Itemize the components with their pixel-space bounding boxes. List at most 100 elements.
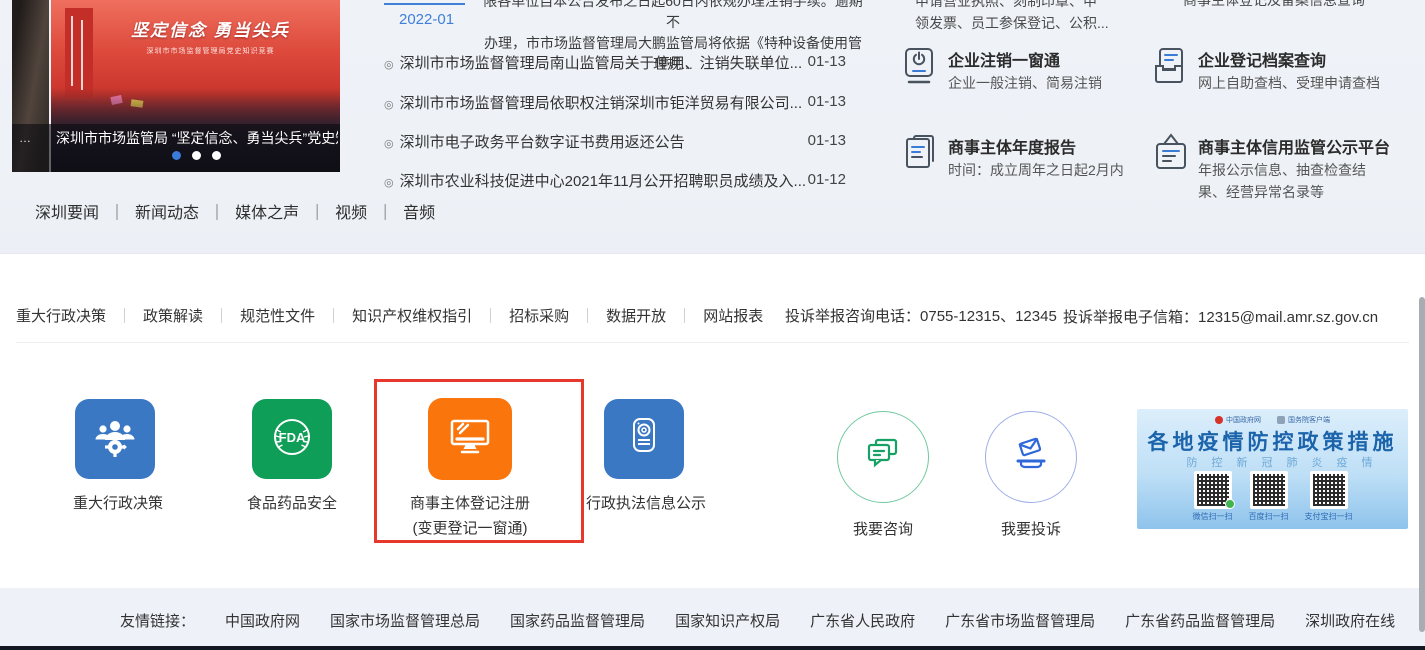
bullet-icon: ◎ — [384, 138, 394, 150]
fda-wreath-icon: FDA — [269, 414, 315, 465]
app-logo-text: 国务院客户端 — [1288, 415, 1330, 425]
gov-logo-text: 中国政府网 — [1226, 415, 1261, 425]
news-title[interactable]: 深圳市电子政务平台数字证书费用返还公告 — [400, 134, 685, 151]
nav-item-media-voice[interactable]: 媒体之声 — [225, 199, 309, 223]
carousel-dot-3[interactable] — [212, 151, 221, 160]
scrollbar-thumb[interactable] — [1419, 297, 1425, 632]
banner-qr-row: 微信扫一扫 百度扫一扫 支付宝扫一扫 — [1137, 471, 1408, 522]
email-address: 12315@mail.amr.sz.gov.cn — [1198, 309, 1378, 326]
ballot-envelope-icon — [1008, 432, 1054, 483]
news-list-item[interactable]: ◎深圳市市场监督管理局依职权注销深圳市钜洋贸易有限公司... 01-13 — [384, 92, 846, 112]
quicklink-ip-rights-guide[interactable]: 知识产权维权指引 — [341, 305, 483, 326]
footer-link-samr[interactable]: 国家市场监督管理总局 — [330, 610, 480, 631]
consult-label[interactable]: 我要咨询 — [823, 518, 943, 539]
quicklink-tender-procurement[interactable]: 招标采购 — [498, 305, 580, 326]
clipped-line: 领发票、员工参保登记、公积... — [915, 12, 1175, 34]
carousel-dots — [52, 151, 340, 160]
quicklink-separator: ｜ — [580, 305, 595, 326]
news-title[interactable]: 深圳市市场监督管理局南山监管局关于停用、注销失联单位... — [400, 55, 803, 72]
red-highlight-box — [374, 379, 584, 543]
chat-bubbles-icon — [860, 432, 906, 483]
quicklink-normative-documents[interactable]: 规范性文件 — [229, 305, 326, 326]
footer-link-gd-mpa[interactable]: 广东省药品监督管理局 — [1125, 610, 1275, 631]
footer-link-gd-amr[interactable]: 广东省市场监督管理局 — [945, 610, 1095, 631]
complaint-button[interactable] — [985, 411, 1077, 503]
hotline-label: 投诉举报咨询电话： — [785, 308, 920, 325]
consult-button[interactable] — [837, 411, 929, 503]
service-desc: 企业一般注销、简易注销 — [948, 72, 1160, 94]
tile-major-administrative-decisions[interactable] — [75, 399, 155, 479]
nav-item-audio[interactable]: 音频 — [393, 199, 445, 223]
service-title[interactable]: 企业登记档案查询 — [1198, 47, 1326, 71]
clipped-line: 申请营业执照、刻制印章、申 — [915, 0, 1175, 12]
service-enterprise-deregistration[interactable]: 企业注销一窗通 企业一般注销、简易注销 — [902, 44, 1158, 124]
tile-food-drug-safety[interactable]: FDA — [252, 399, 332, 479]
news-snippet-line1: 限各单位自本公告发布之日起60日内依规办理注销手续。逾期不 — [478, 0, 868, 33]
quicklink-site-reports[interactable]: 网站报表 — [692, 305, 774, 326]
tile-label-major-decisions[interactable]: 重大行政决策 — [38, 492, 198, 513]
quicklink-separator: ｜ — [214, 305, 229, 326]
report-pages-icon — [902, 133, 940, 178]
nav-separator: ｜ — [377, 199, 393, 223]
quicklink-separator: ｜ — [326, 305, 341, 326]
footer-link-cnipa[interactable]: 国家知识产权局 — [675, 610, 780, 631]
tile-label-law-enforcement[interactable]: 行政执法信息公示 — [566, 492, 726, 513]
friend-links-label: 友情链接： — [120, 610, 195, 631]
complaint-email: 投诉举报电子信箱：12315@mail.amr.sz.gov.cn — [1063, 305, 1393, 331]
quicklinks-row: 重大行政决策 ｜ 政策解读 ｜ 规范性文件 ｜ 知识产权维权指引 ｜ 招标采购 … — [16, 305, 774, 326]
banner-subtitle: 防控新冠肺炎疫情 — [1151, 454, 1408, 470]
tile-law-enforcement-disclosure[interactable] — [604, 399, 684, 479]
service-credit-supervision-platform[interactable]: 商事主体信用监管公示平台 年报公示信息、抽查检查结果、经营异常名录等 — [1152, 131, 1408, 211]
wechat-qr: 微信扫一扫 — [1193, 471, 1233, 522]
complaint-label[interactable]: 我要投诉 — [971, 518, 1091, 539]
nav-separator: ｜ — [109, 199, 125, 223]
footer-link-sz-online[interactable]: 深圳政府在线 — [1305, 610, 1395, 631]
quicklink-open-data[interactable]: 数据开放 — [595, 305, 677, 326]
app-logo: 国务院客户端 — [1277, 415, 1330, 425]
quicklink-policy-interpretation[interactable]: 政策解读 — [132, 305, 214, 326]
tile-label-food-drug-safety[interactable]: 食品药品安全 — [212, 492, 372, 513]
carousel-dot-1[interactable] — [172, 151, 181, 160]
power-device-icon — [902, 46, 940, 91]
nav-item-news-updates[interactable]: 新闻动态 — [125, 199, 209, 223]
news-tab-underline — [384, 3, 465, 5]
carousel-dot-2[interactable] — [192, 151, 201, 160]
footer-link-china-gov[interactable]: 中国政府网 — [225, 610, 300, 631]
quick-services-section: 重大行政决策 ｜ 政策解读 ｜ 规范性文件 ｜ 知识产权维权指引 ｜ 招标采购 … — [0, 253, 1425, 588]
media-nav: 深圳要闻 ｜ 新闻动态 ｜ 媒体之声 ｜ 视频 ｜ 音频 — [35, 199, 445, 223]
news-month-tab[interactable]: 2022-01 — [399, 11, 454, 28]
page: 坚定信念 勇当尖兵 深圳市市场监督管理局党史知识竞赛 … 深圳市市场监管局 “坚… — [0, 0, 1425, 650]
qr-code-image — [1310, 471, 1348, 509]
news-list-item[interactable]: ◎深圳市农业科技促进中心2021年11月公开招聘职员成绩及入... 01-12 — [384, 170, 846, 190]
app-logo-icon — [1277, 416, 1285, 424]
nav-separator: ｜ — [209, 199, 225, 223]
news-list-item[interactable]: ◎深圳市市场监督管理局南山监管局关于停用、注销失联单位... 01-13 — [384, 52, 846, 72]
news-title[interactable]: 深圳市市场监督管理局依职权注销深圳市钜洋贸易有限公司... — [400, 95, 803, 112]
news-list-item[interactable]: ◎深圳市电子政务平台数字证书费用返还公告 01-13 — [384, 131, 846, 151]
service-desc: 年报公示信息、抽查检查结果、经营异常名录等 — [1198, 159, 1374, 203]
top-news-section: 坚定信念 勇当尖兵 深圳市市场监督管理局党史知识竞赛 … 深圳市市场监管局 “坚… — [0, 0, 1425, 253]
service-title[interactable]: 企业注销一窗通 — [948, 47, 1060, 71]
carousel-caption-bar: … 深圳市市场监管局 “坚定信念、勇当尖兵”党史知识 — [12, 124, 340, 172]
nav-item-shenzhen-news[interactable]: 深圳要闻 — [35, 199, 109, 223]
news-title[interactable]: 深圳市农业科技促进中心2021年11月公开招聘职员成绩及入... — [400, 173, 806, 190]
footer-link-nmpa[interactable]: 国家药品监督管理局 — [510, 610, 645, 631]
carousel-caption[interactable]: 深圳市市场监管局 “坚定信念、勇当尖兵”党史知识 — [56, 128, 338, 148]
alipay-qr: 支付宝扫一扫 — [1305, 471, 1353, 522]
service-registration-archive-query[interactable]: 企业登记档案查询 网上自助查档、受理申请查档 — [1152, 44, 1408, 124]
covid-policy-banner[interactable]: 中国政府网 国务院客户端 各地疫情防控政策措施 防控新冠肺炎疫情 微信扫一扫 百… — [1137, 409, 1408, 529]
service-annual-report[interactable]: 商事主体年度报告 时间：成立周年之日起2月内 — [902, 131, 1158, 211]
public-board-icon — [1152, 133, 1190, 180]
quicklink-major-decisions[interactable]: 重大行政决策 — [16, 305, 117, 326]
service-title[interactable]: 商事主体年度报告 — [948, 134, 1076, 158]
footer-link-gd-gov[interactable]: 广东省人民政府 — [810, 610, 915, 631]
email-label: 投诉举报电子信箱： — [1063, 309, 1198, 326]
nav-item-video[interactable]: 视频 — [325, 199, 377, 223]
service-title[interactable]: 商事主体信用监管公示平台 — [1198, 134, 1390, 158]
qr-label: 支付宝扫一扫 — [1305, 511, 1353, 522]
friend-links-row: 友情链接： 中国政府网 国家市场监督管理总局 国家药品监督管理局 国家知识产权局… — [120, 610, 1425, 631]
quicklink-separator: ｜ — [117, 305, 132, 326]
hotline-number: 0755-12315、12345 — [920, 308, 1057, 325]
carousel-prev-caption: … — [19, 131, 31, 145]
news-carousel[interactable]: 坚定信念 勇当尖兵 深圳市市场监督管理局党史知识竞赛 … 深圳市市场监管局 “坚… — [12, 0, 340, 172]
